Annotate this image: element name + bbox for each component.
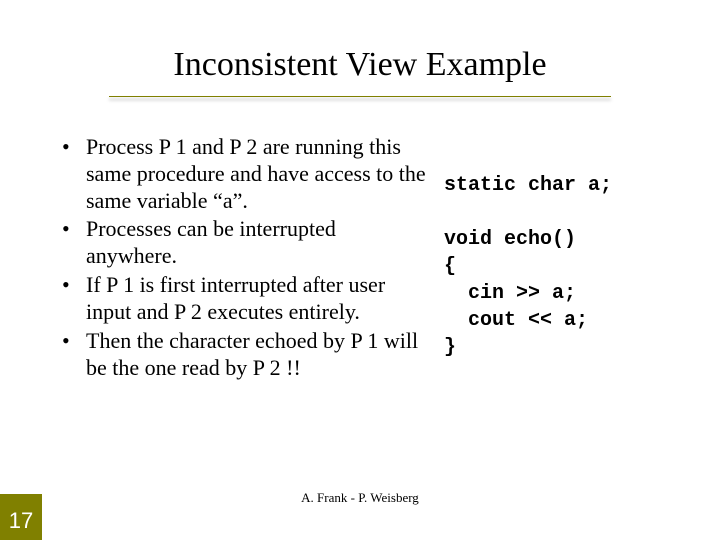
bullet-item: Then the character echoed by P 1 will be… [56,328,426,382]
code-line: { [444,255,456,278]
code-line: cout << a; [444,309,588,332]
code-line: cin >> a; [444,282,576,305]
content-area: Process P 1 and P 2 are running this sam… [56,134,676,383]
code-line: } [444,336,456,359]
bullet-item: Processes can be interrupted anywhere. [56,216,426,270]
code-block: static char a; void echo() { cin >> a; c… [426,134,676,383]
code-line: static char a; [444,174,612,197]
code-line: void echo() [444,228,576,251]
slide: Inconsistent View Example Process P 1 an… [0,0,720,540]
bullet-item: Process P 1 and P 2 are running this sam… [56,134,426,214]
slide-title: Inconsistent View Example [0,46,720,84]
bullets-column: Process P 1 and P 2 are running this sam… [56,134,426,383]
footer-author: A. Frank - P. Weisberg [0,490,720,506]
title-underline [109,96,611,97]
bullet-item: If P 1 is first interrupted after user i… [56,272,426,326]
bullet-list: Process P 1 and P 2 are running this sam… [56,134,426,381]
slide-number: 17 [0,494,42,540]
